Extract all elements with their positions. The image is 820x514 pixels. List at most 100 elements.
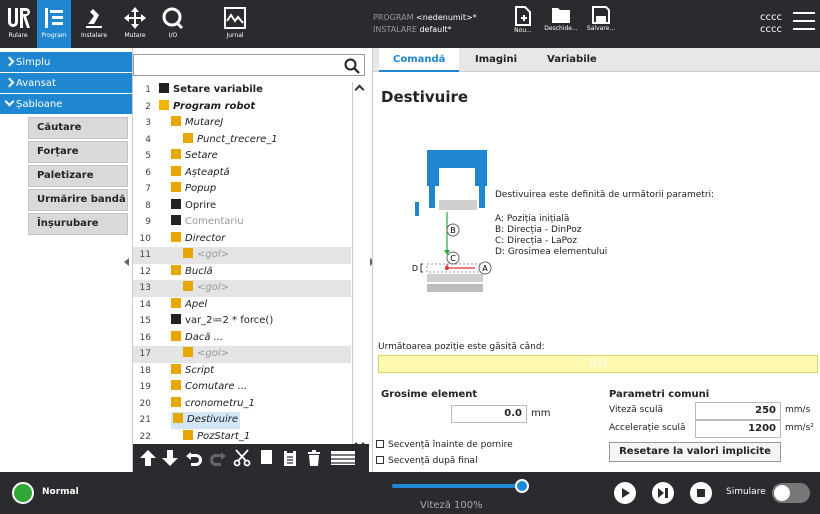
speed-slider-handle[interactable] <box>515 479 529 493</box>
delete-icon[interactable] <box>305 449 323 467</box>
move-down-icon[interactable] <box>161 449 179 467</box>
power-status-icon[interactable] <box>12 482 34 504</box>
tree-scrollbar[interactable] <box>352 82 366 454</box>
template-screwing[interactable]: Înșurubare <box>28 213 128 235</box>
tree-row[interactable]: 17 <gol> <box>133 346 351 363</box>
tree-node[interactable]: Punct_trecere_1 <box>183 132 278 149</box>
tree-node[interactable]: PozStart_1 <box>183 429 250 446</box>
collapse-left-handle[interactable] <box>124 258 129 266</box>
sidebar-section-advanced[interactable]: Avansat <box>0 73 132 94</box>
installation-icon <box>86 9 102 28</box>
tree-row[interactable]: 13 <gol> <box>133 280 351 297</box>
tree-node[interactable]: <gol> <box>183 280 229 297</box>
scroll-up-icon[interactable] <box>354 84 365 95</box>
hamburger-menu-icon[interactable] <box>793 12 815 36</box>
nav-log[interactable]: Jurnal <box>214 0 256 48</box>
tree-row[interactable]: 7 Popup <box>133 181 351 198</box>
tool-speed-unit: mm/s <box>785 405 811 415</box>
tree-row[interactable]: 2 Program robot <box>133 99 351 116</box>
tree-node[interactable]: Dacă ... <box>171 330 223 347</box>
tree-node[interactable]: Comutare ... <box>171 379 247 396</box>
tree-row[interactable]: 16 Dacă ... <box>133 330 351 347</box>
tree-row[interactable]: 19 Comutare ... <box>133 379 351 396</box>
simulation-toggle[interactable] <box>772 483 810 503</box>
tree-row[interactable]: 3 MutareJ <box>133 115 351 132</box>
tree-row[interactable]: 11 <gol> <box>133 247 351 264</box>
tree-node[interactable]: Popup <box>171 181 216 198</box>
step-icon[interactable] <box>652 482 674 504</box>
tool-acc-input[interactable]: 1200 <box>695 420 781 438</box>
suppress-icon[interactable] <box>329 449 357 467</box>
tree-node-label: Buclă <box>185 265 213 277</box>
tree-node[interactable]: Program robot <box>159 99 255 116</box>
line-number: 5 <box>145 151 151 161</box>
reset-defaults-button[interactable]: Resetare la valori implicite <box>609 442 781 462</box>
tree-row[interactable]: 12 Buclă <box>133 264 351 281</box>
template-conveyor-tracking[interactable]: Urmărire bandă <box>28 189 128 211</box>
tree-node[interactable]: Destivuire <box>171 412 241 429</box>
tree-row[interactable]: 20 cronometru_1 <box>133 396 351 413</box>
redo-icon[interactable] <box>209 449 227 467</box>
new-button[interactable]: Nou... <box>502 6 544 34</box>
tab-variables[interactable]: Variabile <box>533 48 611 72</box>
tree-node[interactable]: Oprire <box>171 198 216 215</box>
nav-move[interactable]: Mutare <box>116 0 154 48</box>
tree-node[interactable]: MutareJ <box>171 115 223 132</box>
sidebar-section-templates[interactable]: Șabloane <box>0 94 132 115</box>
tree-row[interactable]: 15 var_2≔2 * force() <box>133 313 351 330</box>
tree-row[interactable]: 6 Așteaptă <box>133 165 351 182</box>
tree-node[interactable]: Apel <box>171 297 207 314</box>
copy-icon[interactable] <box>257 449 275 467</box>
tree-node[interactable]: Așteaptă <box>171 165 230 182</box>
new-button-label: Nou... <box>514 27 532 34</box>
tree-node[interactable]: <gol> <box>183 247 229 264</box>
search-input[interactable] <box>133 54 365 76</box>
thickness-input[interactable]: 0.0 <box>451 405 527 423</box>
save-button[interactable]: Salvare... <box>580 6 622 32</box>
tree-node[interactable]: <gol> <box>183 346 229 363</box>
speed-slider-fill <box>392 484 522 488</box>
play-icon[interactable] <box>614 482 636 504</box>
tree-node[interactable]: Director <box>171 231 225 248</box>
after-end-checkbox[interactable]: Secvență după final <box>376 456 478 466</box>
undo-icon[interactable] <box>185 449 203 467</box>
tree-row[interactable]: 8 Oprire <box>133 198 351 215</box>
move-up-icon[interactable] <box>139 449 157 467</box>
template-palletizing[interactable]: Paletizare <box>28 165 128 187</box>
tree-row[interactable]: 18 Script <box>133 363 351 380</box>
template-force[interactable]: Forțare <box>28 141 128 163</box>
tree-node[interactable]: Setare <box>171 148 218 165</box>
tree-row[interactable]: 14 Apel <box>133 297 351 314</box>
tree-row[interactable]: 4 Punct_trecere_1 <box>133 132 351 149</box>
tree-node[interactable]: Buclă <box>171 264 213 281</box>
tool-speed-input[interactable]: 250 <box>695 402 781 420</box>
tree-node[interactable]: Comentariu <box>171 214 244 231</box>
nav-program[interactable]: Program <box>37 0 71 48</box>
tree-node-label: Apel <box>185 298 208 310</box>
template-search[interactable]: Căutare <box>28 117 128 139</box>
open-button[interactable]: Deschide... <box>540 6 582 32</box>
tab-graphics[interactable]: Imagini <box>461 48 531 72</box>
paste-icon[interactable] <box>281 449 299 467</box>
tree-row[interactable]: 1 Setare variabile <box>133 82 351 99</box>
tree-row[interactable]: 21 Destivuire <box>133 412 351 429</box>
search-icon[interactable] <box>344 58 360 74</box>
tree-node[interactable]: Script <box>171 363 214 380</box>
stop-icon[interactable] <box>690 482 712 504</box>
tree-node[interactable]: Setare variabile <box>159 82 263 99</box>
cut-icon[interactable] <box>233 449 251 467</box>
tree-row[interactable]: 10 Director <box>133 231 351 248</box>
tab-command[interactable]: Comandă <box>379 48 460 72</box>
speed-slider-track[interactable] <box>392 479 529 493</box>
tree-row[interactable]: 22 PozStart_1 <box>133 429 351 446</box>
tree-node[interactable]: cronometru_1 <box>171 396 255 413</box>
tree-row[interactable]: 5 Setare <box>133 148 351 165</box>
sidebar-section-simple[interactable]: Simplu <box>0 52 132 73</box>
expression-field[interactable]: f(x) <box>378 355 818 373</box>
before-start-checkbox[interactable]: Secvență înainte de pornire <box>376 440 513 450</box>
tree-node[interactable]: var_2≔2 * force() <box>171 313 273 330</box>
tree-row[interactable]: 9 Comentariu <box>133 214 351 231</box>
nav-io[interactable]: I/O <box>154 0 192 48</box>
nav-run[interactable]: Rulare <box>0 0 36 48</box>
nav-installation[interactable]: Instalare <box>72 0 116 48</box>
